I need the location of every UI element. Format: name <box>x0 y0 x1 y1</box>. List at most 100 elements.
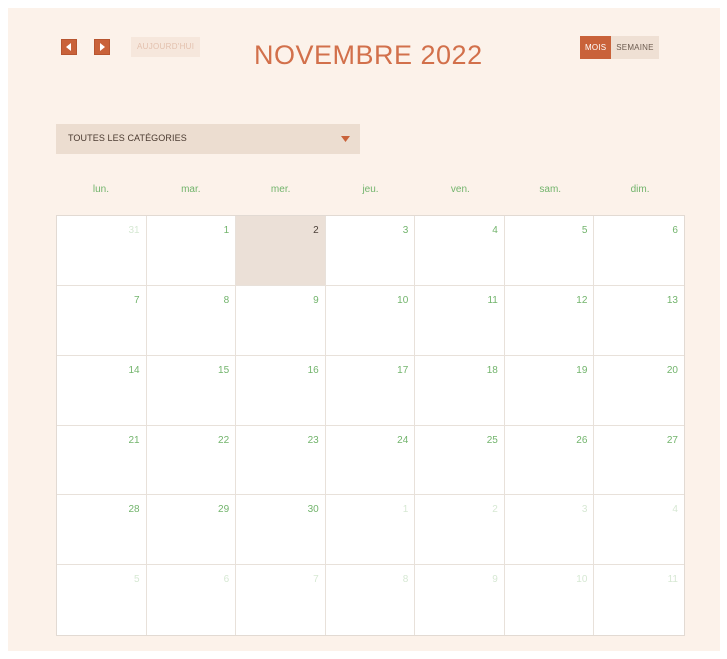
month-title: NOVEMBRE 2022 <box>254 40 483 70</box>
day-cell[interactable]: 1 <box>325 495 416 566</box>
day-number: 11 <box>487 294 498 306</box>
next-month-button[interactable] <box>94 39 110 55</box>
day-cell[interactable]: 16 <box>236 355 326 426</box>
day-number: 7 <box>313 574 319 586</box>
day-number: 4 <box>492 225 498 236</box>
day-cell[interactable]: 23 <box>236 425 326 496</box>
calendar-panel: AUJOURD'HUI NOVEMBRE 2022 MOIS SEMAINE T… <box>8 8 720 651</box>
day-number: 23 <box>307 434 319 446</box>
day-number: 31 <box>128 225 140 236</box>
day-cell[interactable]: 1 <box>146 216 237 286</box>
day-number: 20 <box>666 364 678 376</box>
day-number: 30 <box>307 504 319 516</box>
day-number: 2 <box>492 504 498 516</box>
day-cell[interactable]: 10 <box>325 285 416 356</box>
today-button[interactable]: AUJOURD'HUI <box>131 37 201 57</box>
day-cell[interactable]: 30 <box>236 495 326 566</box>
weekday-label: mar. <box>181 184 201 195</box>
day-number: 3 <box>581 504 588 516</box>
day-cell[interactable]: 19 <box>504 355 595 426</box>
weekday-label: jeu. <box>362 184 379 195</box>
day-cell[interactable]: 28 <box>57 495 147 566</box>
day-cell[interactable]: 26 <box>504 425 595 496</box>
day-cell[interactable]: 17 <box>325 355 416 426</box>
day-number: 28 <box>128 504 140 516</box>
day-cell[interactable]: 27 <box>594 426 684 496</box>
day-number: 22 <box>218 434 230 446</box>
day-cell[interactable]: 8 <box>146 285 237 356</box>
day-number: 17 <box>397 364 409 376</box>
day-cell[interactable]: 29 <box>146 495 237 566</box>
day-number: 27 <box>666 434 678 446</box>
day-number: 2 <box>313 225 319 236</box>
day-number: 6 <box>223 574 230 586</box>
prev-month-button[interactable] <box>61 39 77 55</box>
calendar-toolbar: AUJOURD'HUI NOVEMBRE 2022 MOIS SEMAINE <box>8 8 720 108</box>
category-select[interactable]: TOUTES LES CATÉGORIES <box>56 124 360 154</box>
day-cell[interactable]: 6 <box>594 216 684 286</box>
day-number: 18 <box>486 364 498 376</box>
day-number: 10 <box>397 294 409 306</box>
weekday-label: dim. <box>630 184 650 195</box>
day-cell[interactable]: 11 <box>415 285 505 356</box>
day-number: 1 <box>402 504 409 516</box>
weekday-label: ven. <box>450 184 470 195</box>
day-number: 12 <box>576 294 588 306</box>
day-cell-today[interactable]: 2 <box>236 216 326 286</box>
day-cell[interactable]: 13 <box>594 286 684 356</box>
weekday-header: lun. mar. mer. jeu. ven. sam. dim. <box>56 184 685 200</box>
day-number: 8 <box>402 574 409 586</box>
triangle-right-icon <box>100 43 105 51</box>
day-number: 1 <box>223 225 230 236</box>
day-number: 5 <box>581 225 588 236</box>
day-cell[interactable]: 11 <box>594 565 684 635</box>
day-cell[interactable]: 12 <box>504 285 595 356</box>
day-cell[interactable]: 9 <box>236 285 326 356</box>
day-number: 24 <box>397 434 409 446</box>
day-cell[interactable]: 7 <box>57 285 147 356</box>
day-cell[interactable]: 14 <box>57 355 147 426</box>
day-cell[interactable]: 5 <box>504 216 595 286</box>
day-number: 5 <box>134 574 140 586</box>
weekday-label: sam. <box>539 184 562 195</box>
day-cell[interactable]: 3 <box>504 495 595 566</box>
day-number: 19 <box>576 364 588 376</box>
day-cell[interactable]: 15 <box>146 355 237 426</box>
triangle-left-icon <box>66 43 71 51</box>
day-cell[interactable]: 2 <box>415 495 505 566</box>
day-number: 15 <box>218 364 230 376</box>
day-cell[interactable]: 4 <box>415 216 505 286</box>
day-number: 13 <box>666 294 678 306</box>
view-week-button[interactable]: SEMAINE <box>611 36 659 59</box>
day-cell[interactable]: 5 <box>57 565 147 635</box>
day-number: 6 <box>672 225 678 236</box>
view-month-button[interactable]: MOIS <box>580 36 612 59</box>
day-number: 21 <box>128 434 140 446</box>
day-number: 3 <box>402 225 409 236</box>
day-cell[interactable]: 24 <box>325 425 416 496</box>
day-cell[interactable]: 6 <box>147 565 237 635</box>
day-number: 10 <box>576 574 588 586</box>
day-number: 7 <box>134 294 140 306</box>
day-cell[interactable]: 18 <box>415 355 505 426</box>
caret-down-icon <box>341 136 350 142</box>
day-number: 25 <box>486 434 498 446</box>
day-number: 11 <box>667 574 678 586</box>
day-cell[interactable]: 20 <box>594 356 684 426</box>
day-number: 4 <box>672 504 678 516</box>
month-grid: 31 1 2 3 4 5 6 7 8 9 10 11 12 13 14 15 16 17 18 19 20 21 22 23 2… <box>56 215 685 636</box>
day-cell[interactable]: 31 <box>57 216 147 286</box>
day-cell[interactable]: 3 <box>325 216 416 286</box>
day-cell[interactable]: 10 <box>505 565 595 635</box>
day-cell[interactable]: 25 <box>415 425 505 496</box>
day-cell[interactable]: 4 <box>594 495 684 566</box>
day-cell[interactable]: 21 <box>57 425 147 496</box>
day-number: 14 <box>128 364 140 376</box>
day-cell[interactable]: 8 <box>326 565 416 635</box>
category-select-label: TOUTES LES CATÉGORIES <box>68 133 187 143</box>
day-number: 16 <box>307 364 319 376</box>
day-cell[interactable]: 7 <box>236 565 326 635</box>
day-cell[interactable]: 22 <box>146 425 237 496</box>
weekday-label: lun. <box>92 184 109 195</box>
day-cell[interactable]: 9 <box>415 565 505 635</box>
